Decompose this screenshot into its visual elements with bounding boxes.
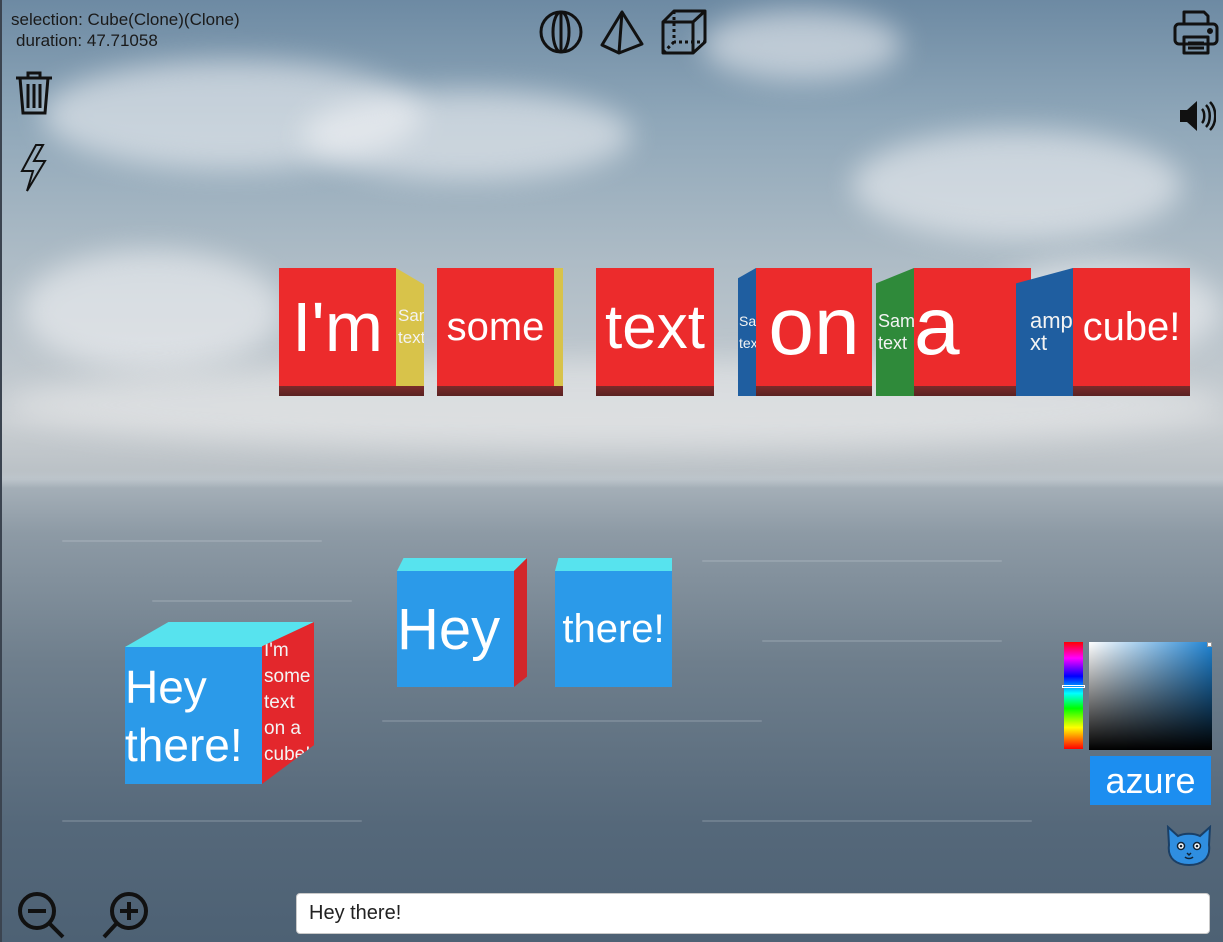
cube-text-input[interactable]: [296, 893, 1210, 934]
color-picker-handle[interactable]: [1207, 642, 1212, 647]
side-text-line: I'm some: [264, 640, 311, 687]
duration-label: duration: 47.71058: [16, 31, 158, 50]
cube-side-face: Sample text: [738, 268, 756, 396]
cube-side-face: Sample text: [876, 268, 914, 396]
cube-bottom-face: [279, 386, 424, 396]
side-text-line: text: [878, 333, 908, 353]
printer-icon[interactable]: [1172, 8, 1220, 56]
cube-top-face: [397, 558, 527, 571]
selection-label: selection: Cube(Clone)(Clone): [11, 10, 240, 29]
cube-bottom-face: [914, 386, 1031, 396]
side-text-line: xt: [1030, 330, 1048, 355]
speaker-icon[interactable]: [1177, 97, 1217, 135]
cube-side-face: Sample text: [396, 268, 424, 386]
cube-front-face: Hey there!: [125, 647, 262, 784]
cat-icon[interactable]: [1164, 824, 1214, 868]
cube-side-face: [554, 268, 563, 386]
selection-info: selection: Cube(Clone)(Clone) duration: …: [11, 9, 240, 51]
color-name-label: azure: [1090, 756, 1211, 805]
trash-icon[interactable]: [12, 68, 56, 118]
cube-bottom-face: [756, 386, 872, 396]
cube-front-face: a: [914, 268, 1031, 386]
side-text-line: ample: [1030, 308, 1073, 333]
zoom-in-icon[interactable]: [101, 890, 151, 940]
side-text-line: Sample: [878, 311, 914, 331]
cube-front-face: text: [596, 268, 714, 386]
cube-front-face: I'm: [279, 268, 396, 386]
saturation-value-picker[interactable]: [1089, 642, 1212, 750]
hue-slider[interactable]: [1064, 642, 1083, 749]
cube-bottom-face: [596, 386, 714, 396]
cube-front-face: some: [437, 268, 554, 386]
zoom-out-icon[interactable]: [16, 890, 66, 940]
side-text-line: Sample: [739, 313, 756, 329]
cube-bottom-face: [1073, 386, 1190, 396]
pyramid-icon[interactable]: [598, 8, 646, 56]
cube-front-face: on: [756, 268, 872, 386]
cube-front-face: Hey: [397, 571, 514, 687]
hue-slider-handle[interactable]: [1062, 685, 1085, 688]
side-text-line: Sample: [398, 306, 424, 325]
cube-front-face: there!: [555, 571, 672, 687]
3d-viewport[interactable]: [0, 0, 1223, 942]
side-text-line: text: [739, 335, 756, 351]
cube-bottom-face: [437, 386, 563, 396]
cube-side-face: [514, 558, 527, 687]
cube-icon[interactable]: [659, 8, 709, 56]
cube-side-face: ample xt: [1016, 268, 1073, 396]
cube-top-face: [555, 558, 672, 571]
lightning-icon[interactable]: [16, 142, 50, 194]
side-text-line: text on a: [264, 692, 301, 739]
sphere-icon[interactable]: [537, 8, 585, 56]
cube-front-face: cube!: [1073, 268, 1190, 386]
side-text-line: text: [398, 328, 424, 347]
